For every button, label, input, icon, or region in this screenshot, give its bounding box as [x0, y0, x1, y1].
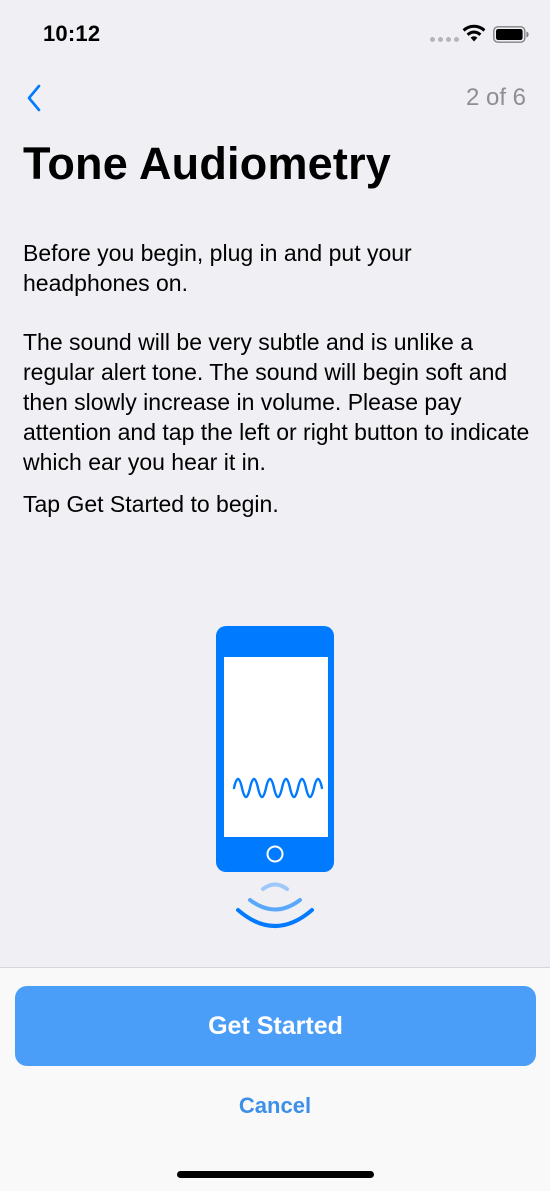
- footer: Get Started Cancel: [0, 967, 550, 1191]
- screen: 10:12 2 of 6 Tone Audiometry Before you …: [0, 0, 550, 1191]
- cancel-button[interactable]: Cancel: [175, 1086, 375, 1126]
- signal-dots-icon: [430, 37, 459, 42]
- status-time: 10:12: [43, 21, 101, 46]
- instruction-paragraph: The sound will be very subtle and is unl…: [23, 329, 530, 475]
- back-button[interactable]: [16, 80, 52, 116]
- status-bar: 10:12: [0, 0, 550, 70]
- instruction-paragraph: Tap Get Started to begin.: [23, 491, 279, 517]
- instruction-paragraph: Before you begin, plug in and put your h…: [23, 240, 412, 296]
- chevron-left-icon: [27, 84, 41, 112]
- step-indicator: 2 of 6: [465, 84, 526, 111]
- get-started-button[interactable]: Get Started: [15, 986, 536, 1066]
- page-title: Tone Audiometry: [23, 138, 392, 189]
- phone-with-sound-wave-icon: [216, 626, 334, 928]
- wifi-icon: [462, 24, 486, 42]
- home-indicator: [177, 1171, 374, 1178]
- battery-icon: [493, 26, 529, 43]
